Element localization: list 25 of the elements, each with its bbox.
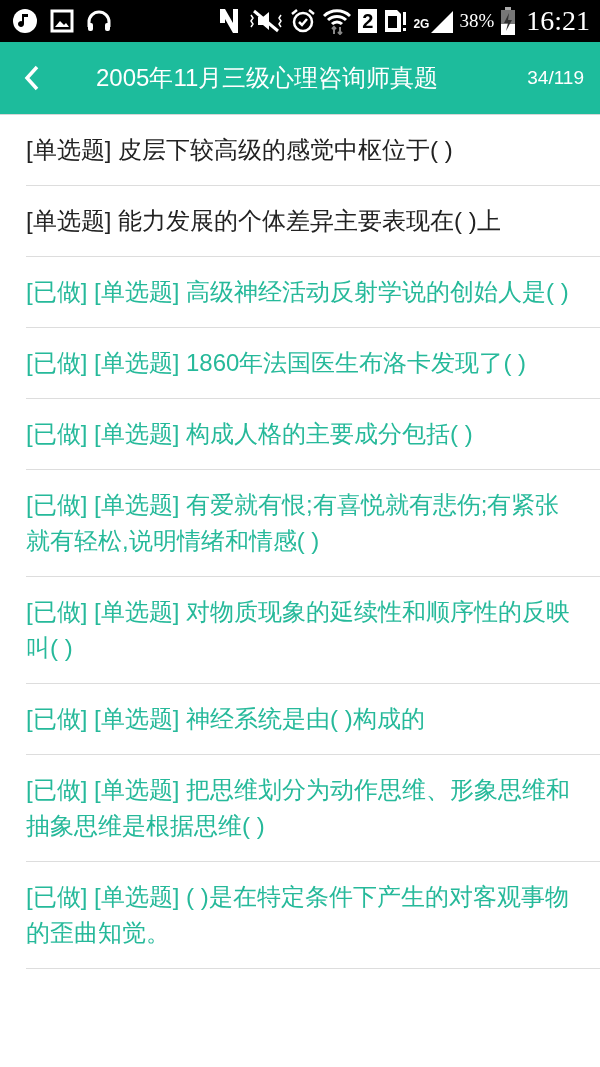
network-type: 2G: [413, 17, 430, 31]
question-item[interactable]: [已做] [单选题] ( )是在特定条件下产生的对客观事物的歪曲知觉。: [26, 862, 600, 969]
question-item[interactable]: [已做] [单选题] 1860年法国医生布洛卡发现了( ): [26, 328, 600, 399]
mute-icon: [248, 9, 285, 33]
question-item[interactable]: [已做] [单选题] 神经系统是由( )构成的: [26, 684, 600, 755]
question-item[interactable]: [已做] [单选题] 高级神经活动反射学说的创始人是( ): [26, 257, 600, 328]
wifi-icon: [322, 7, 353, 35]
alarm-icon: [290, 8, 317, 34]
music-icon: [12, 8, 38, 34]
question-item[interactable]: [已做] [单选题] 构成人格的主要成分包括( ): [26, 399, 600, 470]
question-item[interactable]: [已做] [单选题] 把思维划分为动作思维、形象思维和抽象思维是根据思维( ): [26, 755, 600, 862]
signal-icon: [431, 9, 454, 33]
battery-icon: [500, 7, 517, 35]
clock-time: 16:21: [526, 5, 590, 37]
question-item[interactable]: [单选题] 皮层下较高级的感觉中枢位于( ): [26, 115, 600, 186]
image-icon: [50, 9, 74, 33]
question-item[interactable]: [已做] [单选题] 有爱就有恨;有喜悦就有悲伤;有紧张就有轻松,说明情绪和情感( ): [26, 470, 600, 577]
page-title: 2005年11月三级心理咨询师真题: [96, 63, 439, 93]
question-counter: 34/119: [527, 67, 584, 89]
question-item[interactable]: [已做] [单选题] 对物质现象的延续性和顺序性的反映叫( ): [26, 577, 600, 684]
question-item[interactable]: [单选题] 能力发展的个体差异主要表现在( )上: [26, 186, 600, 257]
sim-card-icon: [383, 8, 408, 34]
battery-percent: 38%: [459, 10, 495, 32]
sim-indicator: 2: [358, 9, 378, 33]
headphones-icon: [86, 9, 112, 33]
